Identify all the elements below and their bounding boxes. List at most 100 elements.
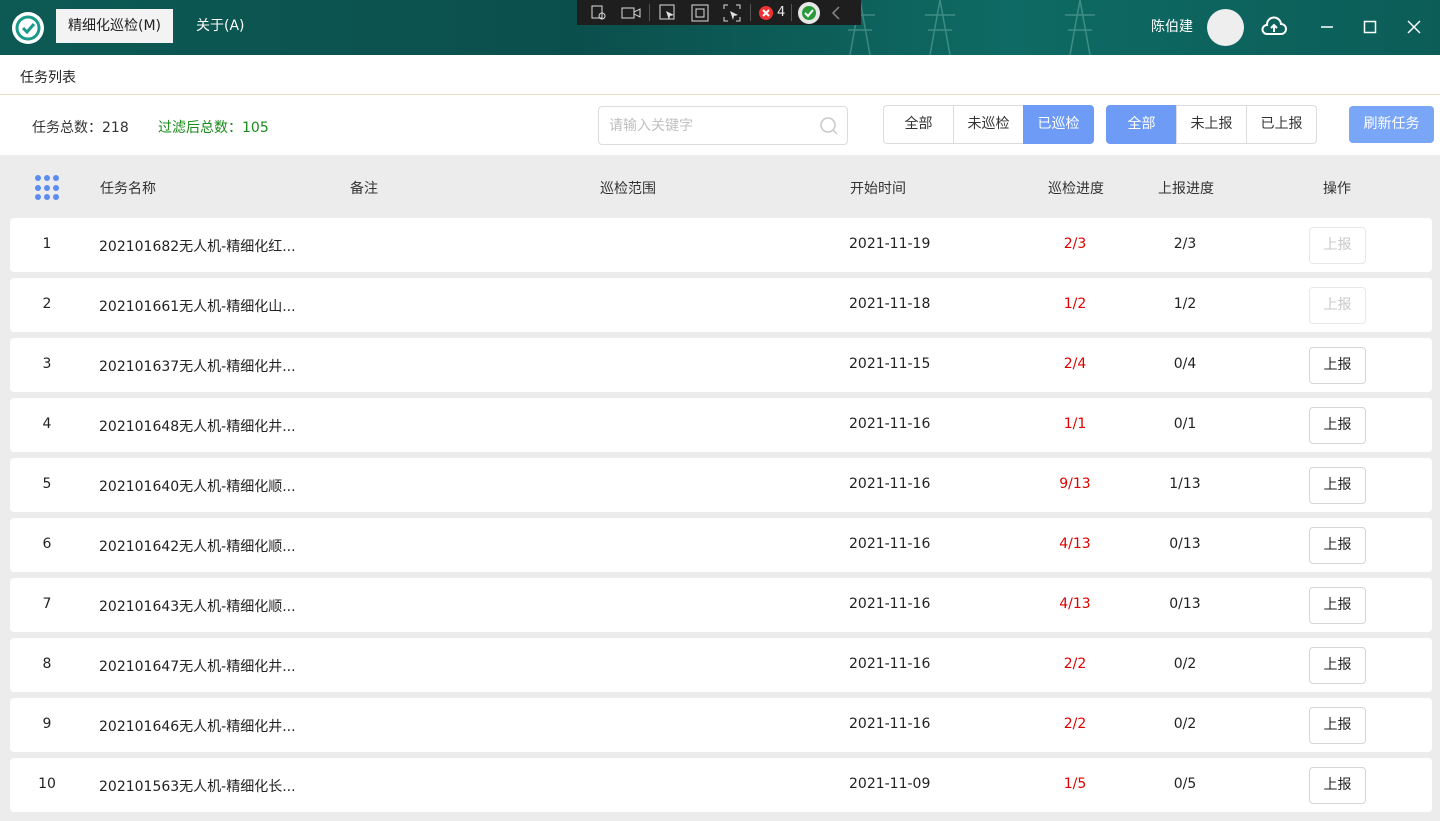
- collapse-chevron-icon[interactable]: [820, 0, 852, 25]
- row-inspect-progress: 1/5: [1063, 776, 1087, 792]
- filter-inspect-done[interactable]: 已巡检: [1023, 105, 1094, 144]
- row-task-name: 202101682无人机-精细化红...: [99, 239, 296, 255]
- filter-bar: 任务总数：218 过滤后总数：105 全部 未巡检 已巡检 全部 未上报 已上报…: [0, 95, 1440, 155]
- report-button[interactable]: 上报: [1309, 347, 1366, 384]
- header-report-progress: 上报进度: [1158, 181, 1214, 197]
- row-index: 7: [42, 596, 52, 612]
- menu-inspection[interactable]: 精细化巡检(M): [56, 9, 174, 43]
- live-tree-icon[interactable]: [583, 0, 615, 25]
- row-inspect-progress: 4/13: [1059, 596, 1091, 612]
- row-start-time: 2021-11-18: [849, 296, 931, 312]
- report-button[interactable]: 上报: [1309, 467, 1366, 504]
- row-start-time: 2021-11-16: [849, 716, 931, 732]
- report-button[interactable]: 上报: [1309, 707, 1366, 744]
- report-status-filter: 全部 未上报 已上报: [1106, 105, 1317, 144]
- filter-inspect-pending[interactable]: 未巡检: [953, 105, 1024, 144]
- avatar[interactable]: [1207, 9, 1244, 46]
- row-inspect-progress: 4/13: [1059, 536, 1091, 552]
- select-element-icon[interactable]: [652, 0, 684, 25]
- row-index: 4: [42, 416, 52, 432]
- column-settings-icon[interactable]: [35, 175, 61, 201]
- row-task-name: 202101647无人机-精细化井...: [99, 659, 296, 675]
- report-button[interactable]: 上报: [1309, 587, 1366, 624]
- binding-errors-count: 4: [777, 5, 786, 20]
- header-start-time: 开始时间: [850, 181, 906, 197]
- table-row[interactable]: 3 202101637无人机-精细化井... 2021-11-15 2/4 0/4 上报: [10, 338, 1432, 392]
- report-button[interactable]: 上报: [1309, 407, 1366, 444]
- row-inspect-progress: 2/3: [1063, 236, 1087, 252]
- table-row[interactable]: 10 202101563无人机-精细化长... 2021-11-09 1/5 0/5 上报: [10, 758, 1432, 812]
- search-input[interactable]: [609, 115, 809, 137]
- power-tower-decoration: [1065, 0, 1095, 55]
- app-logo: [12, 12, 44, 44]
- page-title: 任务列表: [20, 70, 76, 86]
- close-icon[interactable]: [1397, 10, 1431, 44]
- row-report-progress: 0/13: [1169, 596, 1201, 612]
- row-inspect-progress: 2/2: [1063, 656, 1087, 672]
- row-start-time: 2021-11-19: [849, 236, 931, 252]
- row-task-name: 202101648无人机-精细化井...: [99, 419, 296, 435]
- menu-about[interactable]: 关于(A): [184, 9, 257, 43]
- row-inspect-progress: 1/2: [1063, 296, 1087, 312]
- filter-report-pending[interactable]: 未上报: [1176, 105, 1247, 144]
- inspect-status-filter: 全部 未巡检 已巡检: [883, 105, 1094, 144]
- report-button[interactable]: 上报: [1309, 287, 1366, 324]
- row-inspect-progress: 2/4: [1063, 356, 1087, 372]
- cloud-upload-icon[interactable]: [1258, 12, 1290, 42]
- row-task-name: 202101661无人机-精细化山...: [99, 299, 296, 315]
- report-button[interactable]: 上报: [1309, 767, 1366, 804]
- header-inspect-progress: 巡检进度: [1048, 181, 1104, 197]
- row-report-progress: 0/1: [1173, 416, 1197, 432]
- table-row[interactable]: 8 202101647无人机-精细化井... 2021-11-16 2/2 0/2 上报: [10, 638, 1432, 692]
- row-task-name: 202101637无人机-精细化井...: [99, 359, 296, 375]
- maximize-icon[interactable]: [1353, 10, 1387, 44]
- table-row[interactable]: 1 202101682无人机-精细化红... 2021-11-19 2/3 2/3 上报: [10, 218, 1432, 272]
- report-button[interactable]: 上报: [1309, 527, 1366, 564]
- refresh-tasks-button[interactable]: 刷新任务: [1349, 106, 1434, 143]
- binding-errors-counter[interactable]: 4: [753, 4, 789, 22]
- table-row[interactable]: 5 202101640无人机-精细化顺... 2021-11-16 9/13 1/13 上…: [10, 458, 1432, 512]
- table-header: 任务名称 备注 巡检范围 开始时间 巡检进度 上报进度 操作: [0, 155, 1440, 218]
- row-start-time: 2021-11-16: [849, 416, 931, 432]
- row-task-name: 202101563无人机-精细化长...: [99, 779, 296, 795]
- row-inspect-progress: 9/13: [1059, 476, 1091, 492]
- minimize-icon[interactable]: [1310, 10, 1344, 44]
- filter-inspect-all[interactable]: 全部: [883, 105, 954, 144]
- row-task-name: 202101646无人机-精细化井...: [99, 719, 296, 735]
- row-report-progress: 2/3: [1173, 236, 1197, 252]
- table-row[interactable]: 7 202101643无人机-精细化顺... 2021-11-16 4/13 0/13 上…: [10, 578, 1432, 632]
- row-report-progress: 0/2: [1173, 716, 1197, 732]
- error-icon: [759, 5, 773, 20]
- row-start-time: 2021-11-09: [849, 776, 931, 792]
- hot-reload-check-icon[interactable]: [798, 1, 821, 24]
- row-task-name: 202101643无人机-精细化顺...: [99, 599, 296, 615]
- row-report-progress: 1/13: [1169, 476, 1201, 492]
- display-adorners-icon[interactable]: [684, 0, 716, 25]
- video-icon[interactable]: [615, 0, 647, 25]
- table-row[interactable]: 6 202101642无人机-精细化顺... 2021-11-16 4/13 0/13 上…: [10, 518, 1432, 572]
- row-start-time: 2021-11-16: [849, 656, 931, 672]
- row-inspect-progress: 2/2: [1063, 716, 1087, 732]
- search-icon[interactable]: [819, 116, 839, 136]
- search-box: [598, 106, 848, 145]
- row-index: 10: [38, 776, 56, 792]
- filter-report-done[interactable]: 已上报: [1246, 105, 1317, 144]
- report-button[interactable]: 上报: [1309, 227, 1366, 264]
- total-count: 任务总数：218: [32, 120, 129, 136]
- header-task-name: 任务名称: [100, 181, 156, 197]
- row-inspect-progress: 1/1: [1063, 416, 1087, 432]
- row-index: 1: [42, 236, 52, 252]
- table-row[interactable]: 9 202101646无人机-精细化井... 2021-11-16 2/2 0/2 上报: [10, 698, 1432, 752]
- toolbar-divider: [750, 4, 751, 21]
- row-start-time: 2021-11-16: [849, 596, 931, 612]
- filtered-count: 过滤后总数：105: [158, 120, 269, 136]
- filter-report-all[interactable]: 全部: [1106, 105, 1177, 144]
- row-report-progress: 1/2: [1173, 296, 1197, 312]
- track-focus-icon[interactable]: [716, 0, 748, 25]
- task-table: 任务名称 备注 巡检范围 开始时间 巡检进度 上报进度 操作 1 20210168…: [0, 155, 1440, 821]
- table-row[interactable]: 4 202101648无人机-精细化井... 2021-11-16 1/1 0/1 上报: [10, 398, 1432, 452]
- report-button[interactable]: 上报: [1309, 647, 1366, 684]
- row-index: 2: [42, 296, 52, 312]
- toolbar-divider: [791, 4, 793, 21]
- table-row[interactable]: 2 202101661无人机-精细化山... 2021-11-18 1/2 1/2 上报: [10, 278, 1432, 332]
